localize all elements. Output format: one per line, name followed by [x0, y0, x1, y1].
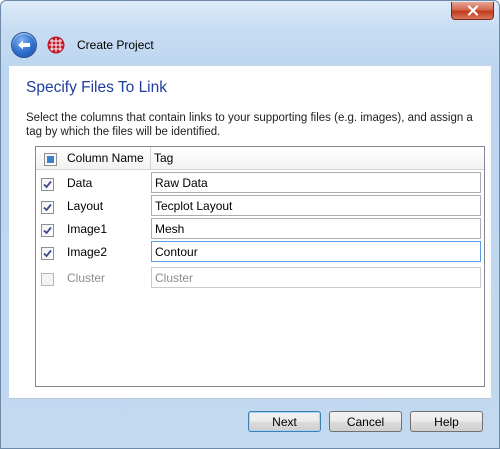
- tag-header[interactable]: Tag: [154, 151, 173, 165]
- dialog-window: Create Project Specify Files To Link Sel…: [0, 0, 500, 449]
- check-icon: [43, 180, 52, 189]
- column-name: Cluster: [67, 271, 106, 285]
- tag-input[interactable]: [151, 195, 481, 216]
- column-name: Image2: [67, 245, 108, 259]
- column-name-header[interactable]: Column Name: [67, 151, 144, 165]
- row-checkbox[interactable]: [41, 273, 54, 286]
- row-checkbox[interactable]: [41, 224, 54, 237]
- table-header: Column Name Tag: [36, 147, 484, 170]
- file-link-table: Column Name Tag Data Layout Image1: [35, 146, 485, 387]
- table-row: Layout: [36, 195, 484, 218]
- back-arrow-icon: [18, 40, 30, 50]
- next-button[interactable]: Next: [248, 411, 321, 432]
- back-button[interactable]: [11, 32, 37, 58]
- footer-divider: [9, 398, 491, 399]
- window-title: Create Project: [77, 38, 154, 52]
- tag-input[interactable]: [151, 241, 481, 262]
- column-name: Data: [67, 176, 93, 190]
- table-row: Image2: [36, 241, 484, 264]
- page-description: Select the columns that contain links to…: [26, 112, 473, 138]
- column-name: Image1: [67, 222, 108, 236]
- check-icon: [43, 226, 52, 235]
- select-all-checkbox[interactable]: [44, 153, 57, 166]
- tag-input[interactable]: [151, 172, 481, 193]
- row-checkbox[interactable]: [41, 178, 54, 191]
- table-row: Image1: [36, 218, 484, 241]
- close-button[interactable]: [451, 2, 494, 20]
- check-icon: [43, 203, 52, 212]
- check-icon: [43, 249, 52, 258]
- cancel-button[interactable]: Cancel: [329, 411, 402, 432]
- row-checkbox[interactable]: [41, 201, 54, 214]
- help-button[interactable]: Help: [410, 411, 483, 432]
- close-icon: [467, 5, 478, 16]
- row-checkbox[interactable]: [41, 247, 54, 260]
- navigation-bar: Create Project: [11, 32, 154, 58]
- table-row: Data: [36, 172, 484, 195]
- column-name: Layout: [67, 199, 104, 213]
- table-row: Cluster: [36, 267, 484, 290]
- tag-input[interactable]: [151, 218, 481, 239]
- tag-input[interactable]: [151, 267, 481, 288]
- page-heading: Specify Files To Link: [26, 79, 167, 96]
- tecplot-grid-icon: [47, 36, 65, 54]
